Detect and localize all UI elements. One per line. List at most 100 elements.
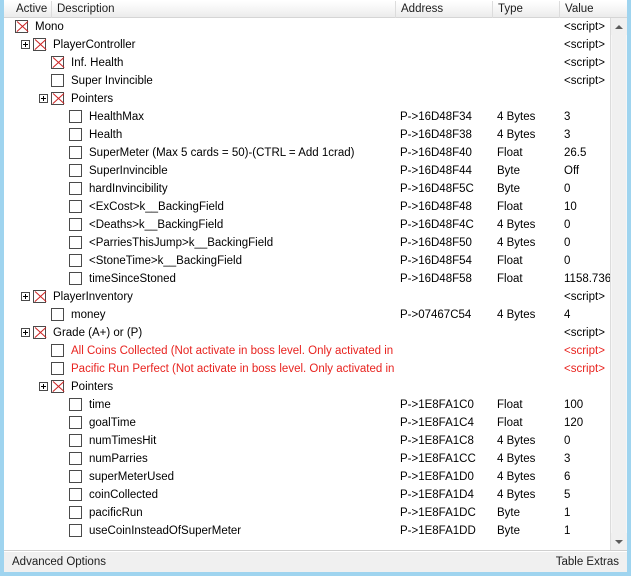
- row-value: <script>: [564, 21, 605, 33]
- row-description-text: SuperMeter (Max 5 cards = 50)-(CTRL = Ad…: [89, 147, 355, 159]
- row-description-cell: <StoneTime>k__BackingField: [4, 252, 396, 270]
- column-header-address[interactable]: Address: [396, 1, 493, 18]
- table-row[interactable]: SuperInvincible P->16D48F44 Byte Off: [4, 162, 610, 180]
- table-row[interactable]: useCoinInsteadOfSuperMeter P->1E8FA1DD Byt…: [4, 522, 610, 540]
- active-checkbox-checked[interactable]: [51, 380, 64, 393]
- active-checkbox-checked[interactable]: [51, 56, 64, 69]
- table-row[interactable]: time P->1E8FA1C0 Float 100: [4, 396, 610, 414]
- active-checkbox-unchecked[interactable]: [69, 254, 82, 267]
- active-checkbox-unchecked[interactable]: [69, 506, 82, 519]
- active-checkbox-unchecked[interactable]: [69, 128, 82, 141]
- expand-node-icon[interactable]: [21, 292, 30, 301]
- expand-node-icon[interactable]: [21, 40, 30, 49]
- row-type: 4 Bytes: [497, 471, 536, 483]
- table-row[interactable]: SuperMeter (Max 5 cards = 50)-(CTRL = Ad…: [4, 144, 610, 162]
- active-checkbox-unchecked[interactable]: [69, 272, 82, 285]
- table-row[interactable]: HealthMax P->16D48F34 4 Bytes 3: [4, 108, 610, 126]
- row-type: [497, 90, 558, 108]
- row-address: P->16D48F50: [400, 237, 472, 249]
- active-checkbox-unchecked[interactable]: [51, 74, 64, 87]
- active-checkbox-checked[interactable]: [51, 92, 64, 105]
- column-header-active[interactable]: Active: [11, 1, 52, 18]
- active-checkbox-unchecked[interactable]: [69, 164, 82, 177]
- scrollbar-track[interactable]: [611, 35, 627, 533]
- row-type: 4 Bytes: [497, 309, 536, 321]
- advanced-options-button[interactable]: Advanced Options: [12, 554, 106, 571]
- active-checkbox-unchecked[interactable]: [51, 308, 64, 321]
- table-row[interactable]: money P->07467C54 4 Bytes 4: [4, 306, 610, 324]
- active-checkbox-unchecked[interactable]: [69, 218, 82, 231]
- active-checkbox-checked[interactable]: [33, 38, 46, 51]
- table-row[interactable]: PlayerInventory <script>: [4, 288, 610, 306]
- column-header-type[interactable]: Type: [493, 1, 560, 18]
- scroll-up-button[interactable]: [611, 18, 627, 35]
- expand-node-icon[interactable]: [39, 382, 48, 391]
- active-checkbox-unchecked[interactable]: [69, 146, 82, 159]
- row-description-text: goalTime: [89, 417, 136, 429]
- table-row[interactable]: <Deaths>k__BackingField P->16D48F4C 4 Byte…: [4, 216, 610, 234]
- scrollbar-thumb[interactable]: [612, 35, 626, 533]
- table-row[interactable]: All Coins Collected (Not activate in bos…: [4, 342, 610, 360]
- table-row[interactable]: numTimesHit P->1E8FA1C8 4 Bytes 0: [4, 432, 610, 450]
- table-row[interactable]: timeSinceStoned P->16D48F58 Float 1158.7364: [4, 270, 610, 288]
- active-checkbox-unchecked[interactable]: [69, 470, 82, 483]
- row-description-text: Mono: [35, 21, 64, 33]
- expand-node-icon[interactable]: [39, 94, 48, 103]
- table-row[interactable]: <ParriesThisJump>k__BackingField P->16D48…: [4, 234, 610, 252]
- row-description-text: timeSinceStoned: [89, 273, 176, 285]
- table-extras-button[interactable]: Table Extras: [556, 554, 619, 571]
- row-description-cell: All Coins Collected (Not activate in bos…: [4, 342, 396, 360]
- table-row[interactable]: Pointers: [4, 90, 610, 108]
- vertical-scrollbar[interactable]: [610, 18, 627, 550]
- table-row[interactable]: coinCollected P->1E8FA1D4 4 Bytes 5: [4, 486, 610, 504]
- table-row[interactable]: superMeterUsed P->1E8FA1D0 4 Bytes 6: [4, 468, 610, 486]
- table-row[interactable]: numParries P->1E8FA1CC 4 Bytes 3: [4, 450, 610, 468]
- table-row[interactable]: Pointers: [4, 378, 610, 396]
- table-row[interactable]: hardInvincibility P->16D48F5C Byte 0: [4, 180, 610, 198]
- active-checkbox-unchecked[interactable]: [69, 434, 82, 447]
- active-checkbox-checked[interactable]: [33, 326, 46, 339]
- active-checkbox-checked[interactable]: [15, 20, 28, 33]
- row-value: <script>: [564, 327, 605, 339]
- row-value: 0: [564, 435, 571, 447]
- table-row[interactable]: goalTime P->1E8FA1C4 Float 120: [4, 414, 610, 432]
- table-row[interactable]: <StoneTime>k__BackingField P->16D48F54 Flo…: [4, 252, 610, 270]
- active-checkbox-unchecked[interactable]: [69, 182, 82, 195]
- row-description-text: useCoinInsteadOfSuperMeter: [89, 525, 242, 537]
- column-header-description[interactable]: Description: [52, 1, 396, 18]
- table-row[interactable]: pacificRun P->1E8FA1DC Byte 1: [4, 504, 610, 522]
- active-checkbox-unchecked[interactable]: [69, 452, 82, 465]
- expand-node-icon[interactable]: [21, 328, 30, 337]
- row-value: <script>: [564, 345, 605, 357]
- active-checkbox-unchecked[interactable]: [69, 524, 82, 537]
- active-checkbox-unchecked[interactable]: [69, 398, 82, 411]
- table-row[interactable]: Super Invincible <script>: [4, 72, 610, 90]
- row-description-cell: <ParriesThisJump>k__BackingField: [4, 234, 396, 252]
- row-value: [564, 378, 610, 396]
- row-address: P->16D48F34: [400, 111, 472, 123]
- active-checkbox-unchecked[interactable]: [69, 200, 82, 213]
- table-row[interactable]: Grade (A+) or (P) <script>: [4, 324, 610, 342]
- row-value: <script>: [564, 75, 605, 87]
- table-row[interactable]: Inf. Health <script>: [4, 54, 610, 72]
- active-checkbox-unchecked[interactable]: [69, 488, 82, 501]
- table-row[interactable]: Pacific Run Perfect (Not activate in bos…: [4, 360, 610, 378]
- scroll-down-button[interactable]: [611, 533, 627, 550]
- table-row[interactable]: PlayerController <script>: [4, 36, 610, 54]
- table-row[interactable]: Mono <script>: [4, 18, 610, 36]
- column-header-value[interactable]: Value: [560, 1, 618, 18]
- row-address: P->1E8FA1C4: [400, 417, 474, 429]
- active-checkbox-unchecked[interactable]: [51, 362, 64, 375]
- table-row[interactable]: Health P->16D48F38 4 Bytes 3: [4, 126, 610, 144]
- active-checkbox-unchecked[interactable]: [69, 110, 82, 123]
- table-row[interactable]: <ExCost>k__BackingField P->16D48F48 Float 1…: [4, 198, 610, 216]
- row-value: 10: [564, 201, 577, 213]
- row-description-text: <ParriesThisJump>k__BackingField: [89, 237, 274, 249]
- scroll-down-arrow-icon: [615, 539, 623, 544]
- active-checkbox-unchecked[interactable]: [51, 344, 64, 357]
- active-checkbox-unchecked[interactable]: [69, 236, 82, 249]
- active-checkbox-checked[interactable]: [33, 290, 46, 303]
- row-type: [497, 36, 558, 54]
- row-description-text: Super Invincible: [71, 75, 153, 87]
- active-checkbox-unchecked[interactable]: [69, 416, 82, 429]
